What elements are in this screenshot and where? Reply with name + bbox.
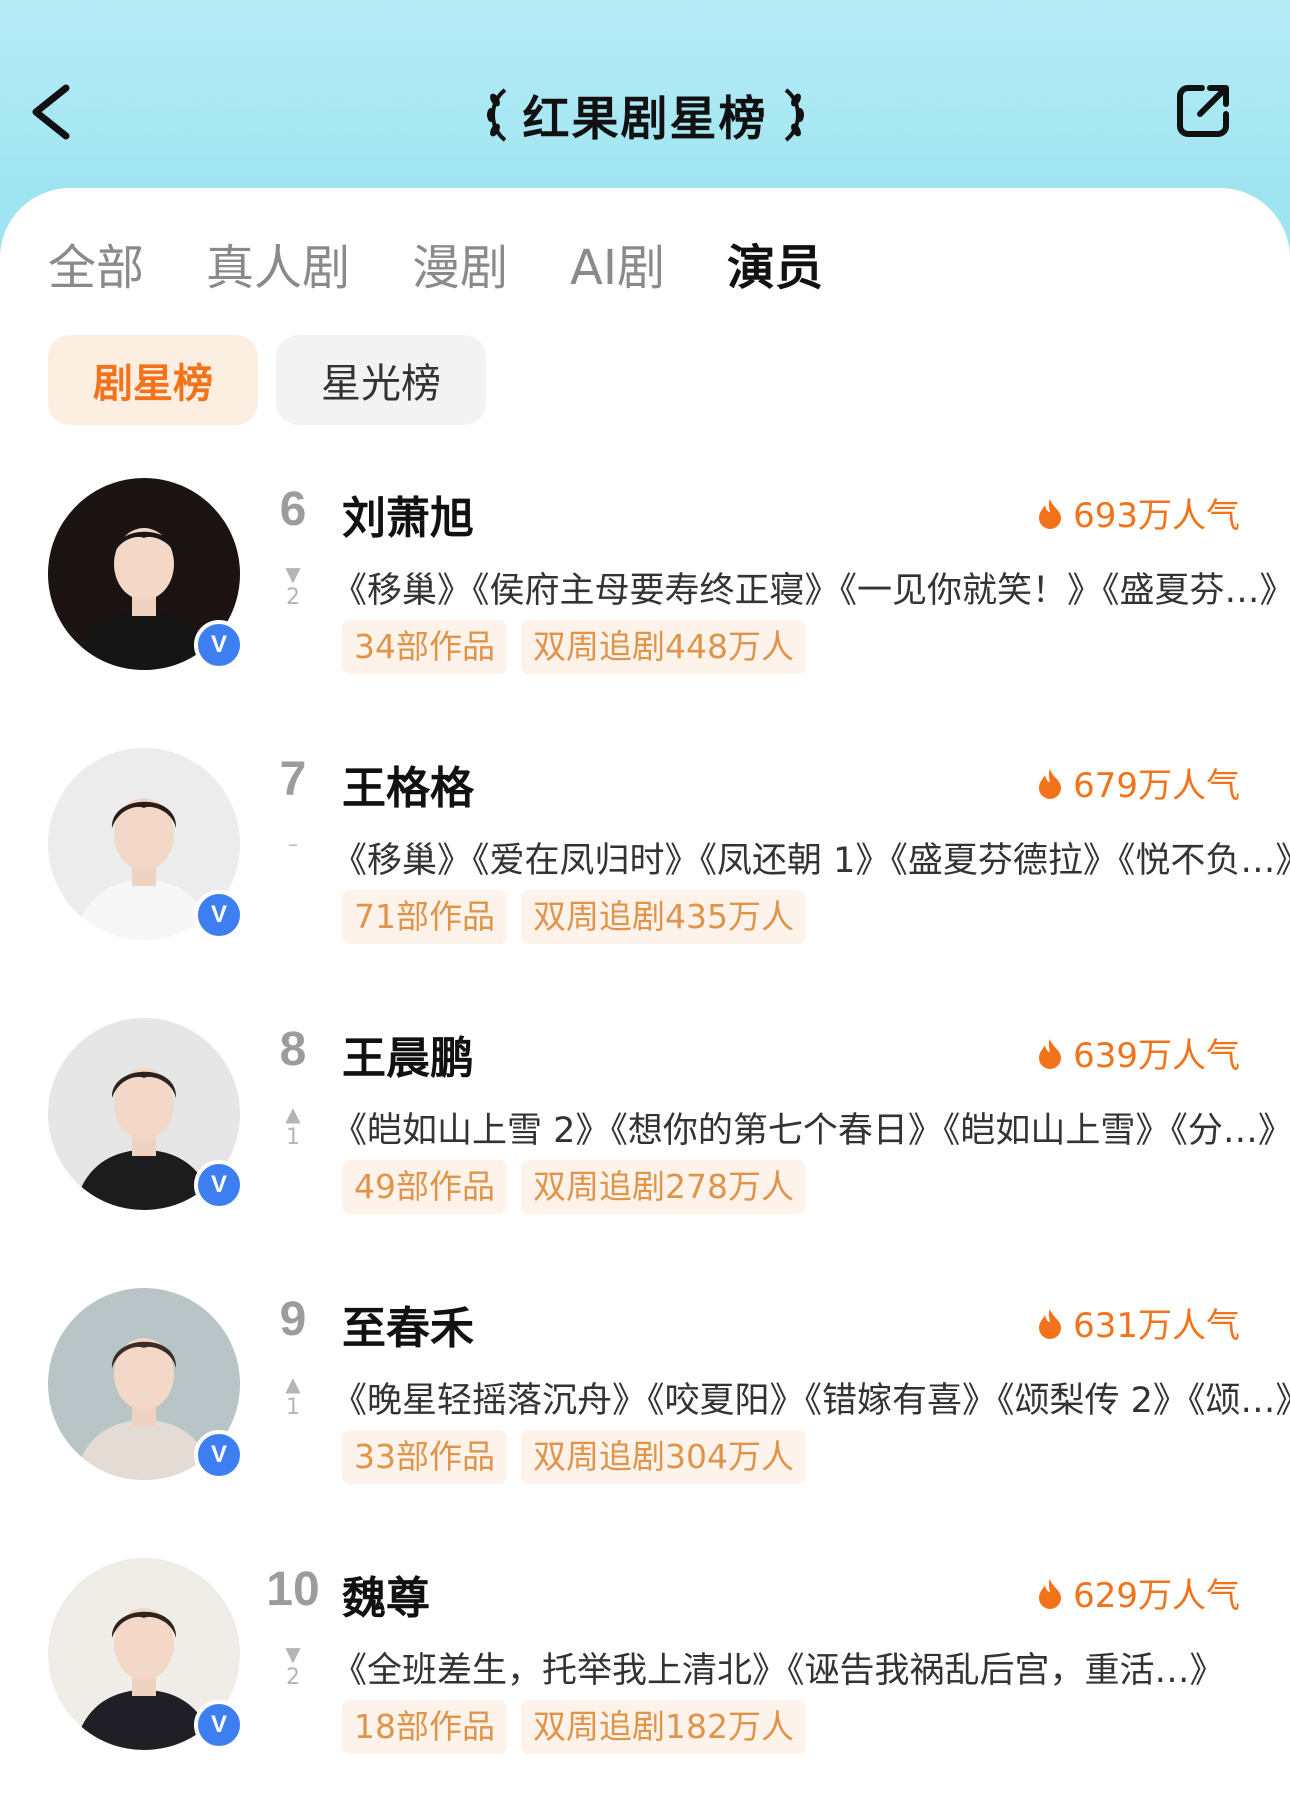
ranking-row[interactable]: V 8 ▲ 1 王晨鹏 639万人气 《皑如山上雪 2》《想你的第七个春日》《皑… [0, 1010, 1290, 1214]
share-icon [1177, 85, 1229, 137]
actor-name[interactable]: 至春禾 [342, 1292, 474, 1356]
popularity-value: 679万人气 [1073, 766, 1240, 806]
works-list: 《全班差生，托举我上清北》《诬告我祸乱后宫，重活…》 [332, 1651, 1225, 1691]
works-list: 《移巢》《侯府主母要寿终正寝》《一见你就笑！》《盛夏芬…》 [332, 571, 1290, 611]
verified-badge-icon: V [194, 1430, 244, 1480]
works-list: 《晚星轻摇落沉舟》《咬夏阳》《错嫁有喜》《颂梨传 2》《颂…》 [332, 1381, 1290, 1421]
subtab-drama-star-ranking[interactable]: 剧星榜 [48, 335, 258, 425]
ranking-subtabs: 剧星榜 星光榜 [48, 335, 486, 425]
stat-tag: 33部作品 [342, 1430, 507, 1484]
rank-trend: ▼ 2 [278, 1642, 308, 1690]
fire-icon [1039, 498, 1062, 529]
ranking-row[interactable]: V 9 ▲ 1 至春禾 631万人气 《晚星轻摇落沉舟》《咬夏阳》《错嫁有喜》《… [0, 1280, 1290, 1484]
trend-down-icon: ▼ [285, 562, 301, 586]
tab-live-action[interactable]: 真人剧 [206, 228, 350, 298]
category-tabs: 全部 真人剧 漫剧 AI剧 演员 [48, 228, 885, 298]
popularity: 631万人气 [1037, 1298, 1240, 1347]
verified-badge-icon: V [194, 890, 244, 940]
subtab-starlight-ranking[interactable]: 星光榜 [276, 335, 486, 425]
trend-value: 2 [286, 585, 300, 610]
trend-value: 1 [286, 1395, 300, 1420]
page-title-group: 红果剧星榜 [483, 80, 808, 149]
tab-actors[interactable]: 演员 [727, 228, 823, 298]
rank-number: 9 [279, 1293, 307, 1346]
tab-all[interactable]: 全部 [48, 228, 144, 298]
title-wrap: 红果剧星榜 [0, 80, 1290, 149]
fire-icon [1039, 1578, 1062, 1609]
trend-value: 1 [286, 1125, 300, 1150]
fire-icon [1039, 768, 1062, 799]
rank-trend: – [278, 832, 308, 856]
avatar-wrap: V [48, 1558, 244, 1750]
works-list: 《移巢》《爱在凤归时》《凤还朝 1》《盛夏芬德拉》《悦不负…》 [332, 841, 1290, 881]
popularity: 679万人气 [1037, 758, 1240, 807]
fire-icon [1039, 1308, 1062, 1339]
trend-value: 2 [286, 1665, 300, 1690]
avatar-wrap: V [48, 478, 244, 670]
trend-up-icon: ▲ [285, 1102, 301, 1126]
ranking-row[interactable]: V 6 ▼ 2 刘萧旭 693万人气 《移巢》《侯府主母要寿终正寝》《一见你就笑… [0, 470, 1290, 674]
ranking-row[interactable]: V 10 ▼ 2 魏尊 629万人气 《全班差生，托举我上清北》《诬告我祸乱后宫… [0, 1550, 1290, 1754]
rank-number: 6 [279, 483, 307, 536]
rank-number: 7 [279, 753, 307, 806]
popularity-value: 631万人气 [1073, 1306, 1240, 1346]
actor-name[interactable]: 刘萧旭 [342, 482, 474, 546]
popularity: 639万人气 [1037, 1028, 1240, 1077]
popularity-value: 639万人气 [1073, 1036, 1240, 1076]
stat-tag: 双周追剧182万人 [521, 1700, 806, 1754]
actor-name[interactable]: 王格格 [342, 752, 474, 816]
verified-badge-icon: V [194, 1700, 244, 1750]
tag-group: 34部作品 双周追剧448万人 [342, 620, 806, 674]
avatar-wrap: V [48, 748, 244, 940]
stat-tag: 双周追剧435万人 [521, 890, 806, 944]
stat-tag: 双周追剧278万人 [521, 1160, 806, 1214]
popularity-value: 629万人气 [1073, 1576, 1240, 1616]
actor-name[interactable]: 王晨鹏 [342, 1022, 474, 1086]
tag-group: 71部作品 双周追剧435万人 [342, 890, 806, 944]
rank-number: 10 [266, 1563, 320, 1616]
trend-same-icon: – [288, 832, 298, 856]
stat-tag: 18部作品 [342, 1700, 507, 1754]
stat-tag: 49部作品 [342, 1160, 507, 1214]
tab-comic[interactable]: 漫剧 [412, 228, 508, 298]
laurel-right-icon [784, 87, 804, 142]
header: 红果剧星榜 [0, 0, 1290, 190]
laurel-left-icon [486, 87, 506, 142]
verified-badge-icon: V [194, 1160, 244, 1210]
trend-up-icon: ▲ [285, 1372, 301, 1396]
stat-tag: 34部作品 [342, 620, 507, 674]
rank-trend: ▲ 1 [278, 1372, 308, 1420]
works-list: 《皑如山上雪 2》《想你的第七个春日》《皑如山上雪》《分…》 [332, 1111, 1290, 1151]
popularity-value: 693万人气 [1073, 496, 1240, 536]
rank-trend: ▲ 1 [278, 1102, 308, 1150]
stat-tag: 双周追剧448万人 [521, 620, 806, 674]
page-title: 红果剧星榜 [522, 92, 768, 147]
actor-name[interactable]: 魏尊 [342, 1562, 430, 1626]
trend-down-icon: ▼ [285, 1642, 301, 1666]
rank-number: 8 [279, 1023, 307, 1076]
stat-tag: 双周追剧304万人 [521, 1430, 806, 1484]
avatar-wrap: V [48, 1018, 244, 1210]
stat-tag: 71部作品 [342, 890, 507, 944]
tag-group: 18部作品 双周追剧182万人 [342, 1700, 806, 1754]
tag-group: 49部作品 双周追剧278万人 [342, 1160, 806, 1214]
rank-trend: ▼ 2 [278, 562, 308, 610]
share-button[interactable] [1172, 78, 1236, 142]
verified-badge-icon: V [194, 620, 244, 670]
fire-icon [1039, 1038, 1062, 1069]
tag-group: 33部作品 双周追剧304万人 [342, 1430, 806, 1484]
avatar-wrap: V [48, 1288, 244, 1480]
popularity: 693万人气 [1037, 488, 1240, 537]
ranking-row[interactable]: V 7 – 王格格 679万人气 《移巢》《爱在凤归时》《凤还朝 1》《盛夏芬德… [0, 740, 1290, 944]
popularity: 629万人气 [1037, 1568, 1240, 1617]
tab-ai[interactable]: AI剧 [570, 228, 665, 298]
